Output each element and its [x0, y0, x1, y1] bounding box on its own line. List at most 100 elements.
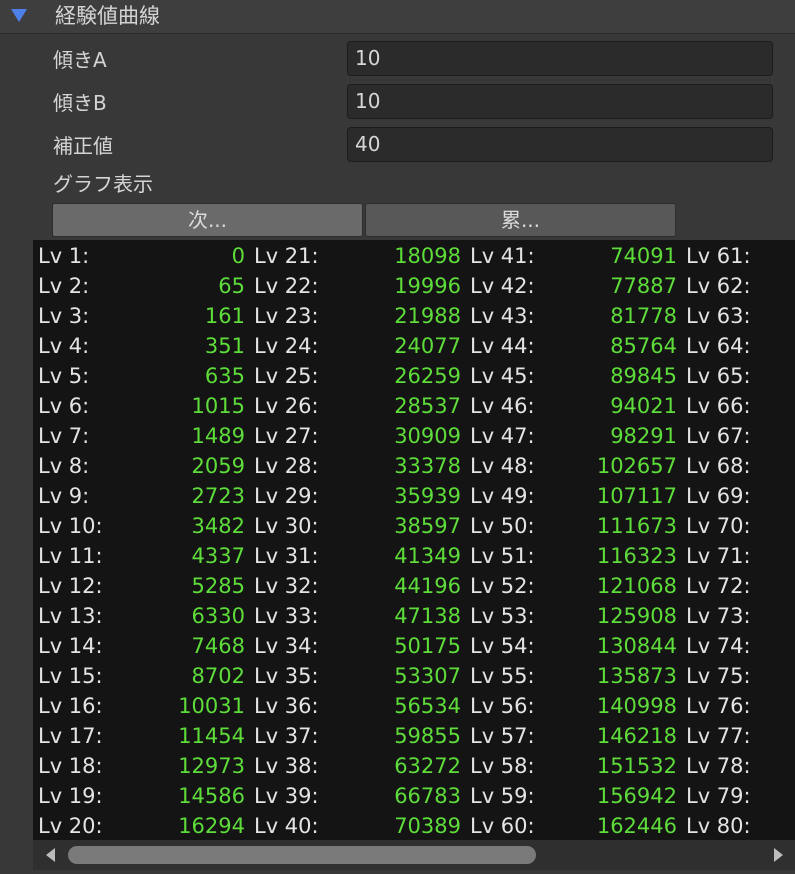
- exp-value: 33378: [394, 454, 461, 478]
- exp-value: 121068: [596, 574, 677, 598]
- level-label: Lv 29:: [254, 484, 319, 508]
- horizontal-scrollbar[interactable]: [33, 840, 795, 870]
- exp-value: 50175: [394, 634, 461, 658]
- level-label: Lv 40:: [254, 814, 319, 838]
- exp-value: 7468: [191, 634, 245, 658]
- exp-value: 5285: [191, 574, 245, 598]
- arrow-left-icon[interactable]: [46, 848, 55, 862]
- exp-value: 10031: [178, 694, 245, 718]
- level-label: Lv 30:: [254, 514, 319, 538]
- level-label: Lv 56:: [470, 694, 535, 718]
- exp-value: 116323: [596, 544, 677, 568]
- exp-value: 85764: [610, 334, 677, 358]
- exp-value: 12973: [178, 754, 245, 778]
- exp-value: 140998: [596, 694, 677, 718]
- level-label: Lv 74:: [686, 634, 751, 658]
- exp-value: 77887: [610, 274, 677, 298]
- exp-value: 351: [204, 334, 245, 358]
- level-label: Lv 52:: [470, 574, 535, 598]
- level-label: Lv 1:: [38, 244, 90, 268]
- exp-value: 125908: [596, 604, 677, 628]
- slope-b-label: 傾きB: [53, 91, 107, 115]
- section-header[interactable]: 経験値曲線: [0, 0, 795, 34]
- exp-value: 53307: [394, 664, 461, 688]
- level-label: Lv 27:: [254, 424, 319, 448]
- exp-value: 146218: [596, 724, 677, 748]
- level-label: Lv 65:: [686, 364, 751, 388]
- exp-value: 19996: [394, 274, 461, 298]
- exp-value: 1015: [191, 394, 245, 418]
- exp-value: 30909: [394, 424, 461, 448]
- level-label: Lv 71:: [686, 544, 751, 568]
- level-label: Lv 20:: [38, 814, 103, 838]
- level-label: Lv 47:: [470, 424, 535, 448]
- level-label: Lv 31:: [254, 544, 319, 568]
- cumulative-button[interactable]: 累...: [365, 203, 676, 237]
- exp-value: 41349: [394, 544, 461, 568]
- level-label: Lv 76:: [686, 694, 751, 718]
- level-label: Lv 44:: [470, 334, 535, 358]
- slope-a-input[interactable]: 10: [347, 41, 773, 76]
- level-label: Lv 43:: [470, 304, 535, 328]
- level-label: Lv 50:: [470, 514, 535, 538]
- level-label: Lv 16:: [38, 694, 103, 718]
- slope-a-label: 傾きA: [53, 48, 107, 72]
- next-level-button[interactable]: 次...: [52, 203, 363, 237]
- arrow-right-icon[interactable]: [774, 848, 783, 862]
- level-label: Lv 42:: [470, 274, 535, 298]
- level-label: Lv 48:: [470, 454, 535, 478]
- exp-value: 130844: [596, 634, 677, 658]
- level-label: Lv 22:: [254, 274, 319, 298]
- level-label: Lv 4:: [38, 334, 90, 358]
- level-label: Lv 6:: [38, 394, 90, 418]
- level-label: Lv 36:: [254, 694, 319, 718]
- level-label: Lv 58:: [470, 754, 535, 778]
- level-label: Lv 69:: [686, 484, 751, 508]
- exp-value: 65: [218, 274, 245, 298]
- exp-value: 24077: [394, 334, 461, 358]
- exp-value: 11454: [178, 724, 245, 748]
- level-label: Lv 12:: [38, 574, 103, 598]
- level-label: Lv 11:: [38, 544, 103, 568]
- triangle-down-icon[interactable]: [11, 9, 27, 22]
- exp-value: 70389: [394, 814, 461, 838]
- exp-value: 151532: [596, 754, 677, 778]
- level-label: Lv 34:: [254, 634, 319, 658]
- level-label: Lv 9:: [38, 484, 90, 508]
- level-label: Lv 59:: [470, 784, 535, 808]
- exp-value: 635: [204, 364, 245, 388]
- level-label: Lv 10:: [38, 514, 103, 538]
- exp-value: 0: [231, 244, 245, 268]
- level-label: Lv 53:: [470, 604, 535, 628]
- exp-value: 14586: [178, 784, 245, 808]
- level-label: Lv 28:: [254, 454, 319, 478]
- level-label: Lv 79:: [686, 784, 751, 808]
- level-label: Lv 26:: [254, 394, 319, 418]
- level-label: Lv 46:: [470, 394, 535, 418]
- level-label: Lv 75:: [686, 664, 751, 688]
- exp-value: 28537: [394, 394, 461, 418]
- level-label: Lv 19:: [38, 784, 103, 808]
- exp-value: 47138: [394, 604, 461, 628]
- correction-input[interactable]: 40: [347, 127, 773, 162]
- level-label: Lv 67:: [686, 424, 751, 448]
- exp-value: 8702: [191, 664, 245, 688]
- exp-value: 63272: [394, 754, 461, 778]
- level-label: Lv 62:: [686, 274, 751, 298]
- level-label: Lv 80:: [686, 814, 751, 838]
- level-label: Lv 25:: [254, 364, 319, 388]
- level-label: Lv 21:: [254, 244, 319, 268]
- level-label: Lv 60:: [470, 814, 535, 838]
- level-label: Lv 39:: [254, 784, 319, 808]
- level-label: Lv 14:: [38, 634, 103, 658]
- level-label: Lv 8:: [38, 454, 90, 478]
- scrollbar-thumb[interactable]: [68, 846, 536, 864]
- exp-value: 107117: [596, 484, 677, 508]
- level-label: Lv 38:: [254, 754, 319, 778]
- section-title: 経験値曲線: [55, 4, 160, 28]
- exp-value: 56534: [394, 694, 461, 718]
- graph-display-label: グラフ表示: [53, 172, 153, 196]
- exp-value: 102657: [596, 454, 677, 478]
- slope-b-input[interactable]: 10: [347, 84, 773, 119]
- level-label: Lv 24:: [254, 334, 319, 358]
